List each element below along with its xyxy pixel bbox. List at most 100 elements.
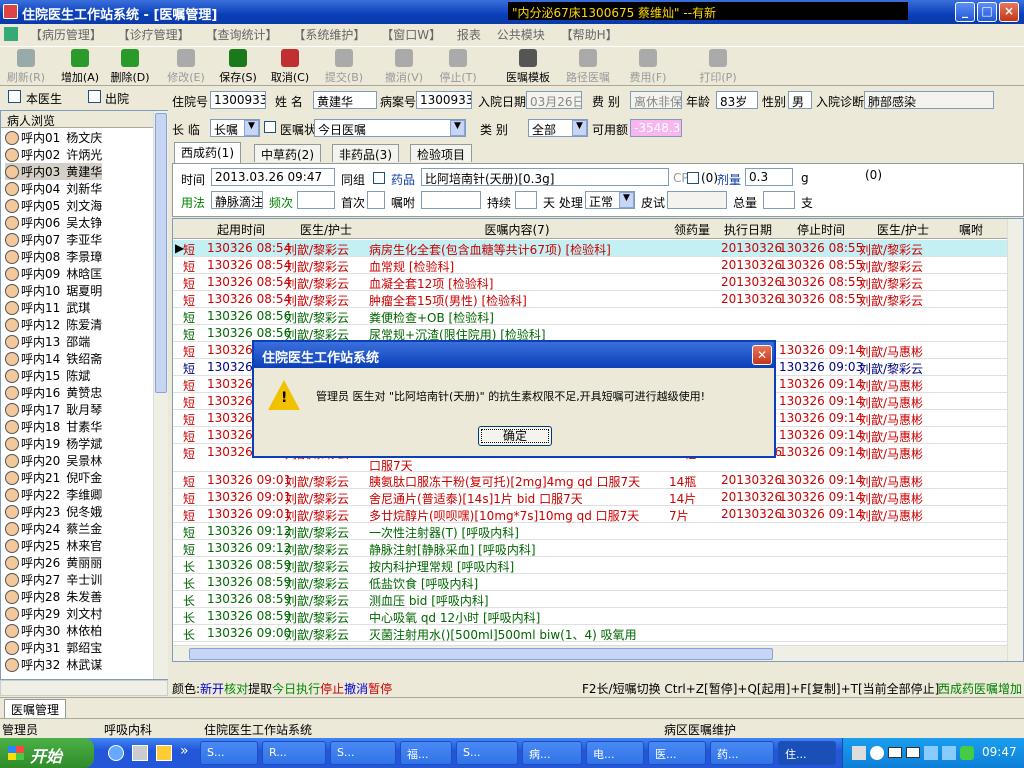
- list-item[interactable]: 呼内21 倪吓金: [5, 469, 102, 486]
- list-item[interactable]: 呼内11 武琪: [5, 299, 90, 316]
- mail-icon[interactable]: [906, 747, 920, 758]
- table-row[interactable]: 短 130326 08:54 刘歆/黎彩云 血常规 [检验科] 20130326 1303…: [173, 257, 1007, 274]
- table-row[interactable]: 短 130326 08:54 刘歆/黎彩云 肿瘤全套15项(男性) [检验科] 2013…: [173, 291, 1007, 308]
- time-field[interactable]: 2013.03.26 09:47: [211, 168, 335, 186]
- list-item[interactable]: 呼内12 陈爱清: [5, 316, 102, 333]
- network-icon[interactable]: [942, 746, 956, 760]
- list-item[interactable]: 呼内05 刘文海: [5, 197, 102, 214]
- table-row[interactable]: 长 130326 08:59 刘歆/黎彩云 按内科护理常规 [呼吸内科]: [173, 557, 1007, 574]
- col-start-time[interactable]: 起用时间: [199, 221, 283, 238]
- taskbar-task[interactable]: 病...: [522, 741, 582, 765]
- list-item[interactable]: 呼内07 李亚华: [5, 231, 102, 248]
- instruction-field[interactable]: [421, 191, 481, 209]
- list-item[interactable]: 呼内22 李维卿: [5, 486, 102, 503]
- diagnosis-field[interactable]: 肺部感染: [864, 91, 994, 109]
- table-row[interactable]: 短 130326 09:12 刘歆/黎彩云 静脉注射[静脉采血] [呼吸内科]: [173, 540, 1007, 557]
- frequency-field[interactable]: [297, 191, 335, 209]
- list-item[interactable]: 呼内26 黄丽丽: [5, 554, 102, 571]
- list-item[interactable]: 呼内02 许炳光: [5, 146, 102, 163]
- order-status-checkbox[interactable]: [264, 121, 276, 133]
- taskbar-task[interactable]: S...: [456, 741, 518, 765]
- menu-help[interactable]: 【帮助H】: [555, 24, 624, 45]
- refresh-button[interactable]: 刷新(R): [0, 49, 52, 85]
- list-item[interactable]: 呼内28 朱发善: [5, 588, 102, 605]
- taskbar-task[interactable]: 电...: [586, 741, 644, 765]
- discharged-checkbox[interactable]: [88, 90, 101, 103]
- list-item[interactable]: 呼内24 蔡兰金: [5, 520, 102, 537]
- usage-field[interactable]: 静脉滴注: [211, 191, 263, 209]
- menu-system[interactable]: 【系统维护】: [287, 24, 371, 45]
- col-exec-date[interactable]: 执行日期: [719, 221, 777, 238]
- undo-button[interactable]: 撤消(V): [378, 49, 430, 85]
- shield-icon[interactable]: [960, 746, 974, 760]
- menu-query[interactable]: 【查询统计】: [200, 24, 284, 45]
- grid-vscrollbar[interactable]: [1007, 219, 1023, 661]
- chevron-down-icon[interactable]: ▼: [450, 120, 465, 136]
- taskbar-task[interactable]: 医...: [648, 741, 706, 765]
- list-item[interactable]: 呼内13 邵端: [5, 333, 90, 350]
- add-button[interactable]: 增加(A): [54, 49, 106, 85]
- taskbar-task[interactable]: S...: [200, 741, 258, 765]
- table-row[interactable]: 长 130326 08:59 刘歆/黎彩云 中心吸氧 qd 12小时 [呼吸内科]: [173, 608, 1007, 625]
- admission-no-field[interactable]: 1300933: [210, 91, 266, 109]
- list-item[interactable]: 呼内30 林依柏: [5, 622, 102, 639]
- menu-public[interactable]: 公共模块: [491, 24, 551, 45]
- delete-button[interactable]: 删除(D): [104, 49, 156, 85]
- my-doctor-checkbox[interactable]: [8, 90, 21, 103]
- list-item[interactable]: 呼内09 林晗匡: [5, 265, 102, 282]
- minimize-button[interactable]: _: [955, 2, 975, 22]
- list-item[interactable]: 呼内25 林来官: [5, 537, 102, 554]
- list-item[interactable]: 呼内04 刘新华: [5, 180, 102, 197]
- list-item[interactable]: 呼内03 黄建华: [5, 163, 103, 180]
- list-item[interactable]: 呼内01 杨文庆: [5, 129, 102, 146]
- total-field[interactable]: [763, 191, 795, 209]
- tray-icon[interactable]: [852, 746, 866, 760]
- ok-button[interactable]: 确定: [478, 426, 552, 446]
- tab-order-management[interactable]: 医嘱管理: [4, 699, 67, 720]
- drug-field[interactable]: 比阿培南针(天册)[0.3g]: [421, 168, 669, 186]
- taskbar-task[interactable]: 药...: [710, 741, 774, 765]
- quicklaunch-icon[interactable]: [132, 745, 148, 761]
- tab-chinese-herbs[interactable]: 中草药(2): [254, 144, 321, 162]
- list-item[interactable]: 呼内14 铁绍斋: [5, 350, 102, 367]
- table-row[interactable]: 短 130326 09:12 刘歆/黎彩云 一次性注射器(T) [呼吸内科]: [173, 523, 1007, 540]
- age-field[interactable]: 83岁: [716, 91, 758, 109]
- taskbar-task[interactable]: 福...: [400, 741, 452, 765]
- menu-report[interactable]: 报表: [451, 24, 487, 45]
- name-field[interactable]: 黄建华: [313, 91, 377, 109]
- list-item[interactable]: 呼内31 郭绍宝: [5, 639, 102, 656]
- tab-lab-tests[interactable]: 检验项目: [410, 144, 473, 162]
- col-doctor-nurse[interactable]: 医生/护士: [285, 221, 367, 238]
- list-item[interactable]: 呼内15 陈斌: [5, 367, 90, 384]
- patient-list-scrollbar[interactable]: [153, 111, 168, 679]
- list-item[interactable]: 呼内08 李景璋: [5, 248, 102, 265]
- cancel-button[interactable]: 取消(C): [264, 49, 316, 85]
- list-item[interactable]: 呼内27 辛士训: [5, 571, 102, 588]
- menu-diagnosis[interactable]: 【诊疗管理】: [112, 24, 196, 45]
- list-item[interactable]: 呼内10 琚夏明: [5, 282, 102, 299]
- same-group-checkbox[interactable]: [373, 172, 385, 184]
- menu-medical-record[interactable]: 【病历管理】: [24, 24, 108, 45]
- chevron-down-icon[interactable]: ▼: [244, 120, 259, 136]
- grid-hscrollbar[interactable]: [173, 645, 1007, 661]
- col-instruction[interactable]: 嘱咐: [943, 221, 999, 238]
- taskbar-task[interactable]: S...: [330, 741, 396, 765]
- table-row[interactable]: 短 130326 08:56 刘歆/黎彩云 粪便检查+OB [检验科]: [173, 308, 1007, 325]
- table-row[interactable]: 短 130326 08:54 刘歆/黎彩云 血凝全套12项 [检验科] 20130326…: [173, 274, 1007, 291]
- stop-button[interactable]: 停止(T): [432, 49, 484, 85]
- tray-arrow-icon[interactable]: [870, 746, 884, 760]
- list-item[interactable]: 呼内17 耿月琴: [5, 401, 102, 418]
- mail-icon[interactable]: [888, 747, 902, 758]
- tab-non-drug[interactable]: 非药品(3): [332, 144, 399, 162]
- cp-checkbox[interactable]: [687, 172, 699, 184]
- table-row[interactable]: 长 130326 09:03刘歆/黎彩云 II级护理 [呼吸内科]: [173, 642, 1007, 644]
- first-dose-field[interactable]: [367, 191, 385, 209]
- list-item[interactable]: 呼内20 吴景林: [5, 452, 102, 469]
- table-row[interactable]: 短 130326 09:01 刘歆/黎彩云 胰氨肽口服冻干粉(复可托)[2mg]4mg…: [173, 472, 1007, 489]
- sex-field[interactable]: 男: [788, 91, 812, 109]
- table-row[interactable]: 长 130326 08:59 刘歆/黎彩云 低盐饮食 [呼吸内科]: [173, 574, 1007, 591]
- table-row[interactable]: ▶ 短 130326 08:54 刘歆/黎彩云 病房生化全套(包含血糖等共计67项) […: [173, 240, 1007, 257]
- chevron-right-icon[interactable]: »: [180, 743, 189, 759]
- table-row[interactable]: 长 130326 08:59 刘歆/黎彩云 测血压 bid [呼吸内科]: [173, 591, 1007, 608]
- table-row[interactable]: 长 130326 09:00 刘歆/黎彩云 灭菌注射用水()[500ml]500ml …: [173, 625, 1007, 642]
